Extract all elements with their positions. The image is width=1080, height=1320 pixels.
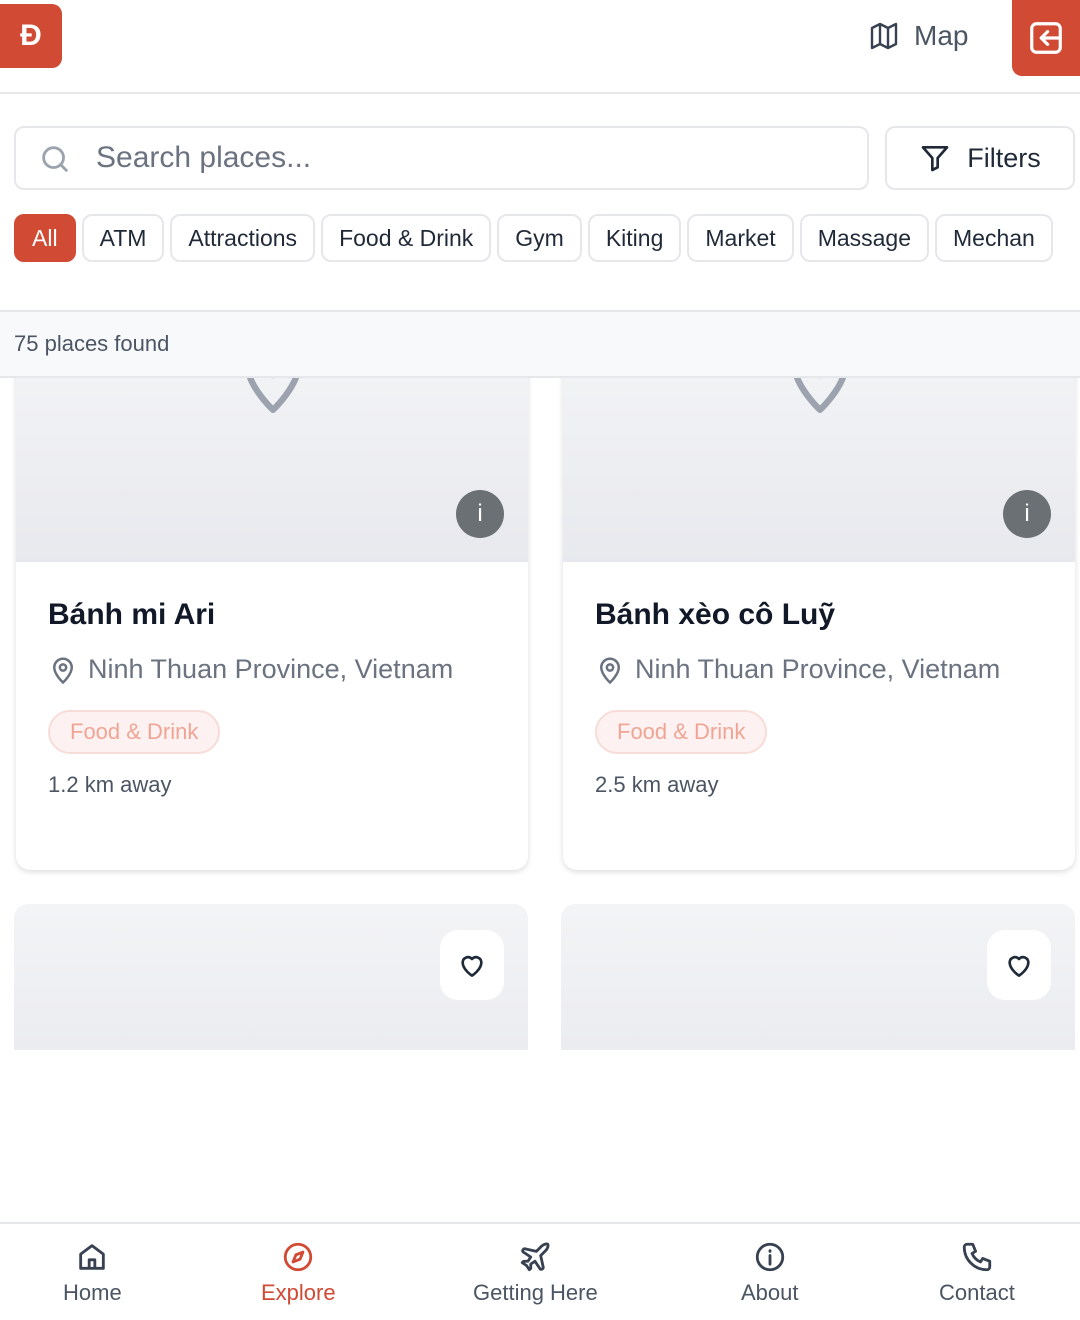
filters-label: Filters <box>967 142 1041 173</box>
chip-attractions[interactable]: Attractions <box>170 214 316 262</box>
map-pin-icon <box>247 378 299 413</box>
map-button[interactable]: Map <box>868 14 968 58</box>
app-logo[interactable]: Đ <box>0 4 62 68</box>
heart-icon <box>1008 955 1030 977</box>
place-card-partial[interactable] <box>561 904 1075 1050</box>
nav-explore[interactable]: Explore <box>261 1240 336 1306</box>
nav-about-label: About <box>741 1280 799 1305</box>
phone-icon <box>962 1242 992 1272</box>
map-label: Map <box>914 20 969 51</box>
top-header: Đ Map <box>0 0 1080 94</box>
place-image-placeholder: i <box>563 378 1075 562</box>
chip-kiting[interactable]: Kiting <box>587 214 682 262</box>
heart-icon <box>461 955 483 977</box>
chip-market[interactable]: Market <box>687 214 794 262</box>
plane-icon <box>521 1242 550 1272</box>
map-pin-icon <box>794 378 846 413</box>
favorite-button[interactable] <box>440 930 504 1000</box>
nav-home[interactable]: Home <box>63 1240 122 1306</box>
place-distance: 2.5 km away <box>595 772 719 797</box>
chip-gym[interactable]: Gym <box>497 214 582 262</box>
category-chips: All ATM Attractions Food & Drink Gym Kiting Ma… <box>14 214 1080 262</box>
favorite-button[interactable] <box>987 930 1051 1000</box>
nav-about[interactable]: About <box>741 1240 799 1306</box>
place-title[interactable]: Bánh xèo cô Luỹ <box>595 598 835 632</box>
nav-contact-label: Contact <box>939 1280 1015 1305</box>
category-tag: Food & Drink <box>595 710 768 754</box>
nav-home-label: Home <box>63 1280 122 1305</box>
map-icon <box>870 22 898 50</box>
chip-massage[interactable]: Massage <box>799 214 930 262</box>
search-input[interactable] <box>96 136 856 180</box>
place-card[interactable]: i Bánh xèo cô Luỹ Ninh Thuan Province, V… <box>563 378 1075 870</box>
place-distance: 1.2 km away <box>48 772 172 797</box>
location-pin-icon <box>52 657 74 684</box>
places-grid: i Bánh mi Ari Ninh Thuan Province, Vietn… <box>0 378 1080 1222</box>
place-card-partial[interactable] <box>14 904 528 1050</box>
bottom-navigation: Home Explore Getting Here About Contact <box>0 1222 1080 1320</box>
place-location-text: Ninh Thuan Province, Vietnam <box>635 654 1001 684</box>
place-title[interactable]: Bánh mi Ari <box>48 598 215 632</box>
info-icon <box>755 1242 784 1272</box>
results-count-bar: 75 places found <box>0 310 1080 378</box>
nav-explore-label: Explore <box>261 1280 336 1305</box>
search-bar <box>14 126 869 190</box>
chip-mechanic[interactable]: Mechan <box>935 214 1053 262</box>
login-button[interactable] <box>1012 0 1080 76</box>
info-button[interactable]: i <box>456 490 504 538</box>
nav-getting-here[interactable]: Getting Here <box>473 1240 598 1306</box>
chip-food-drink[interactable]: Food & Drink <box>321 214 492 262</box>
category-tag: Food & Drink <box>48 710 221 754</box>
location-pin-icon <box>599 657 621 684</box>
place-location: Ninh Thuan Province, Vietnam <box>595 654 1000 685</box>
nav-getting-here-label: Getting Here <box>473 1280 598 1305</box>
chip-all[interactable]: All <box>14 214 76 262</box>
chip-atm[interactable]: ATM <box>81 214 165 262</box>
search-icon <box>42 146 68 172</box>
place-image-placeholder: i <box>16 378 528 562</box>
filters-button[interactable]: Filters <box>885 126 1075 190</box>
results-count: 75 places found <box>14 331 170 356</box>
place-card[interactable]: i Bánh mi Ari Ninh Thuan Province, Vietn… <box>16 378 528 870</box>
info-button[interactable]: i <box>1003 490 1051 538</box>
log-in-icon <box>1030 22 1062 54</box>
filter-icon <box>921 146 949 172</box>
place-location: Ninh Thuan Province, Vietnam <box>48 654 453 685</box>
home-icon <box>79 1244 106 1270</box>
nav-contact[interactable]: Contact <box>939 1240 1015 1306</box>
compass-icon <box>284 1242 313 1272</box>
place-location-text: Ninh Thuan Province, Vietnam <box>88 654 454 684</box>
